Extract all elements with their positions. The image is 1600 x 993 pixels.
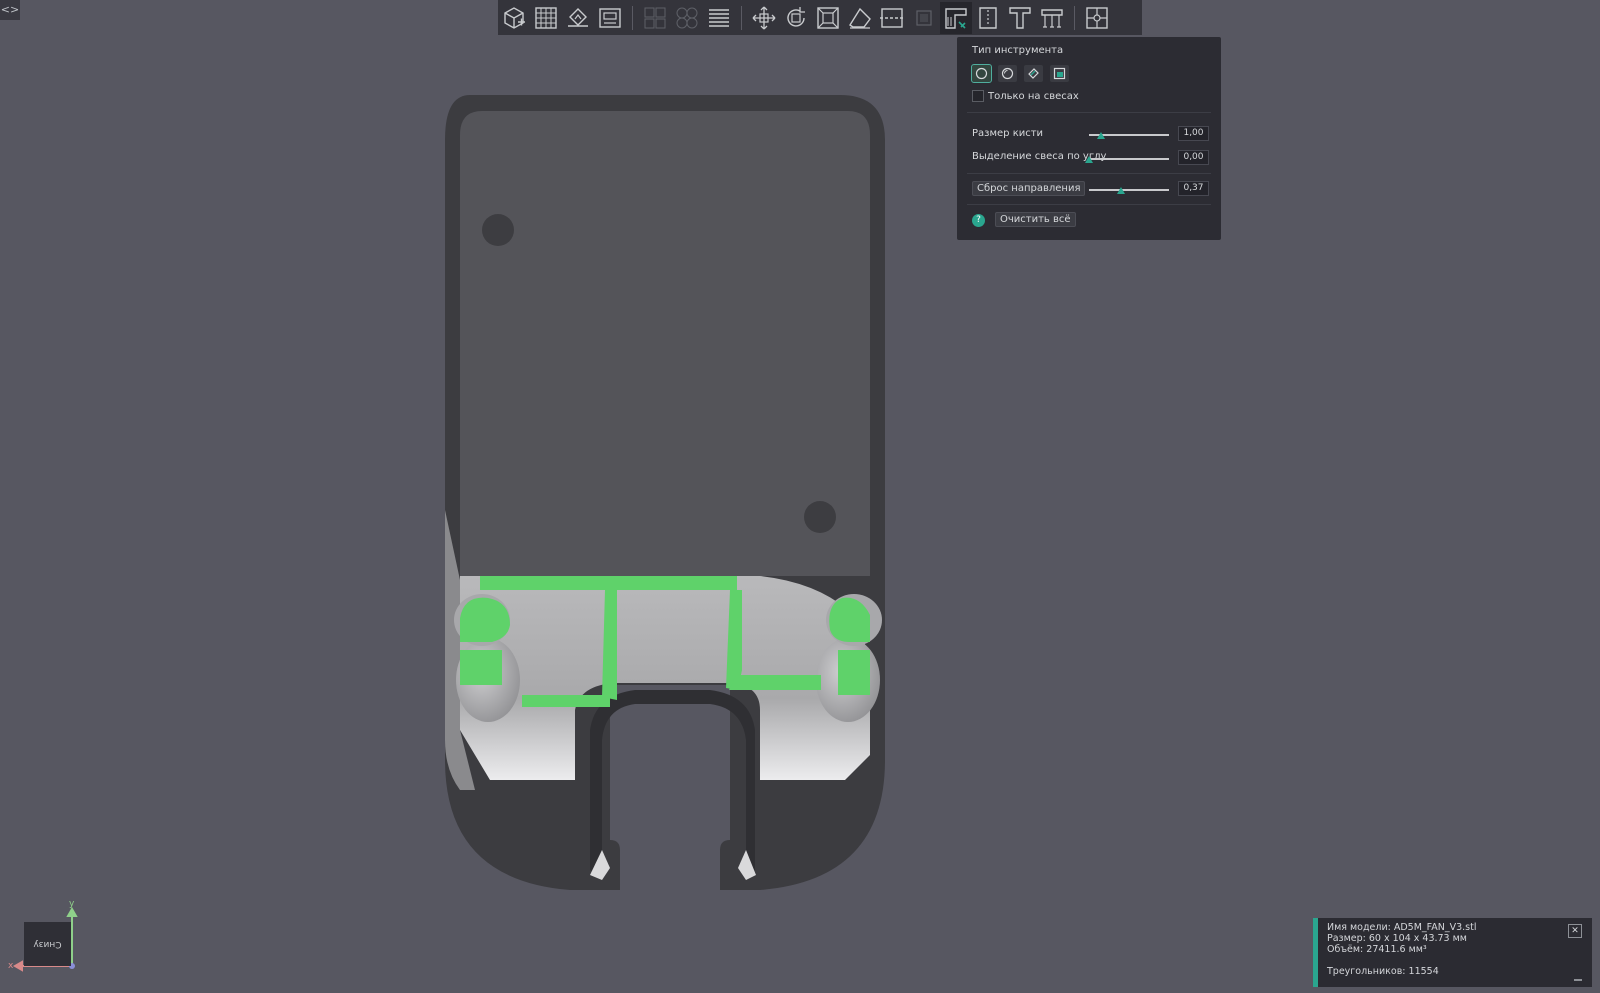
cube-add-icon (504, 6, 525, 29)
brush-size-value[interactable]: 1,00 (1178, 126, 1209, 141)
reset-direction-value[interactable]: 0,37 (1178, 181, 1209, 196)
overhang-only-label: Только на свесах (988, 90, 1079, 102)
rotate-icon (787, 6, 805, 27)
reset-direction-slider[interactable] (1089, 187, 1169, 194)
brush-size-thumb[interactable] (1097, 132, 1105, 139)
gap-fill-icon (1053, 67, 1066, 80)
brush-size-row: Размер кисти (972, 128, 1090, 139)
3d-viewport[interactable]: <> Тип инструмента Только на свесах Разм… (0, 0, 1600, 993)
add-model-button[interactable] (498, 2, 530, 34)
sphere-brush-button[interactable] (998, 65, 1017, 82)
triangle-count-text: Треугольников: 11554 (1327, 966, 1439, 977)
place-on-face-button[interactable] (844, 2, 876, 34)
tool-type-group (971, 64, 1069, 83)
split-objects-icon (644, 7, 666, 28)
model-volume-text: Объём: 27411.6 мм³ (1327, 944, 1427, 955)
split-parts-button[interactable] (671, 2, 703, 34)
auto-orient-button[interactable] (594, 2, 626, 34)
help-icon[interactable]: ? (972, 214, 985, 227)
cut-icon (880, 7, 904, 28)
panel-divider (967, 204, 1211, 205)
fill-icon (1028, 68, 1039, 79)
layers-button[interactable] (703, 2, 735, 34)
toolbar-separator (1074, 5, 1075, 30)
reset-direction-thumb[interactable] (1117, 187, 1125, 194)
panel-divider (967, 112, 1211, 113)
minimize-icon[interactable] (1574, 974, 1582, 981)
x-axis-label: x (8, 961, 14, 971)
close-icon[interactable]: ✕ (1568, 924, 1582, 938)
brush-size-slider[interactable] (1089, 132, 1169, 139)
assembly-icon (1086, 6, 1108, 29)
measure-icon (1041, 8, 1063, 28)
scale-icon (817, 6, 839, 29)
overhang-only-checkbox[interactable] (972, 90, 984, 102)
eraser-face-icon (849, 7, 871, 29)
assembly-button[interactable] (1081, 2, 1113, 34)
seam-icon (979, 6, 997, 29)
place-icon (568, 7, 588, 27)
scale-button[interactable] (812, 2, 844, 34)
mounting-hole (804, 501, 836, 533)
collapse-sidebar-icon[interactable]: <> (0, 0, 20, 20)
model-size-text: Размер: 60 x 104 x 43.73 мм (1327, 933, 1467, 944)
overhang-angle-slider[interactable] (1085, 156, 1169, 163)
text-icon (1009, 6, 1031, 29)
move-icon (752, 6, 776, 29)
overhang-angle-row: Выделение свеса по углу (972, 151, 1107, 162)
support-icon (916, 9, 932, 26)
orient-icon (599, 7, 621, 28)
fill-button[interactable] (1024, 65, 1043, 82)
arrange-button[interactable] (530, 2, 562, 34)
reset-direction-button[interactable]: Сброс направления (972, 181, 1086, 196)
support-disabled-button[interactable] (908, 2, 940, 34)
lay-on-face-button[interactable] (562, 2, 594, 34)
view-cube[interactable]: Снизу (24, 922, 71, 966)
sphere-brush-icon (1001, 67, 1014, 80)
toolbar-separator (632, 5, 633, 30)
layers-icon (709, 8, 729, 27)
overhang-angle-value[interactable]: 0,00 (1178, 150, 1209, 165)
reset-direction-row: Сброс направления (972, 181, 1086, 196)
model-name-text: Имя модели: AD5M_FAN_V3.stl (1327, 922, 1477, 933)
tool-type-label: Тип инструмента (972, 45, 1064, 56)
model-view[interactable] (430, 90, 910, 890)
circle-brush-button[interactable] (971, 64, 992, 83)
move-button[interactable] (748, 2, 780, 34)
overhang-angle-label: Выделение свеса по углу (972, 151, 1107, 162)
toolbar-separator (741, 5, 742, 30)
split-objects-button[interactable] (639, 2, 671, 34)
grid-icon (535, 6, 557, 29)
panel-divider (967, 173, 1211, 174)
support-paint-panel: Тип инструмента Только на свесах Размер … (957, 37, 1221, 240)
support-paint-icon (945, 7, 967, 29)
text-button[interactable] (1004, 2, 1036, 34)
brush-size-label: Размер кисти (972, 128, 1044, 139)
seam-paint-button[interactable] (972, 2, 1004, 34)
mounting-hole (482, 214, 514, 246)
overhang-only-row[interactable]: Только на свесах (972, 90, 1079, 102)
gap-fill-button[interactable] (1050, 65, 1069, 82)
circle-brush-icon (975, 67, 988, 80)
measure-button[interactable] (1036, 2, 1068, 34)
y-axis-label: y (69, 899, 75, 909)
top-toolbar (498, 0, 1142, 35)
clear-all-button[interactable]: Очистить всё (995, 212, 1076, 227)
overhang-angle-thumb[interactable] (1085, 156, 1093, 163)
model-info-notification: Имя модели: AD5M_FAN_V3.stl Размер: 60 x… (1313, 918, 1592, 987)
support-paint-button[interactable] (940, 1, 972, 34)
rotate-button[interactable] (780, 2, 812, 34)
split-parts-icon (676, 7, 698, 28)
cut-button[interactable] (876, 2, 908, 34)
